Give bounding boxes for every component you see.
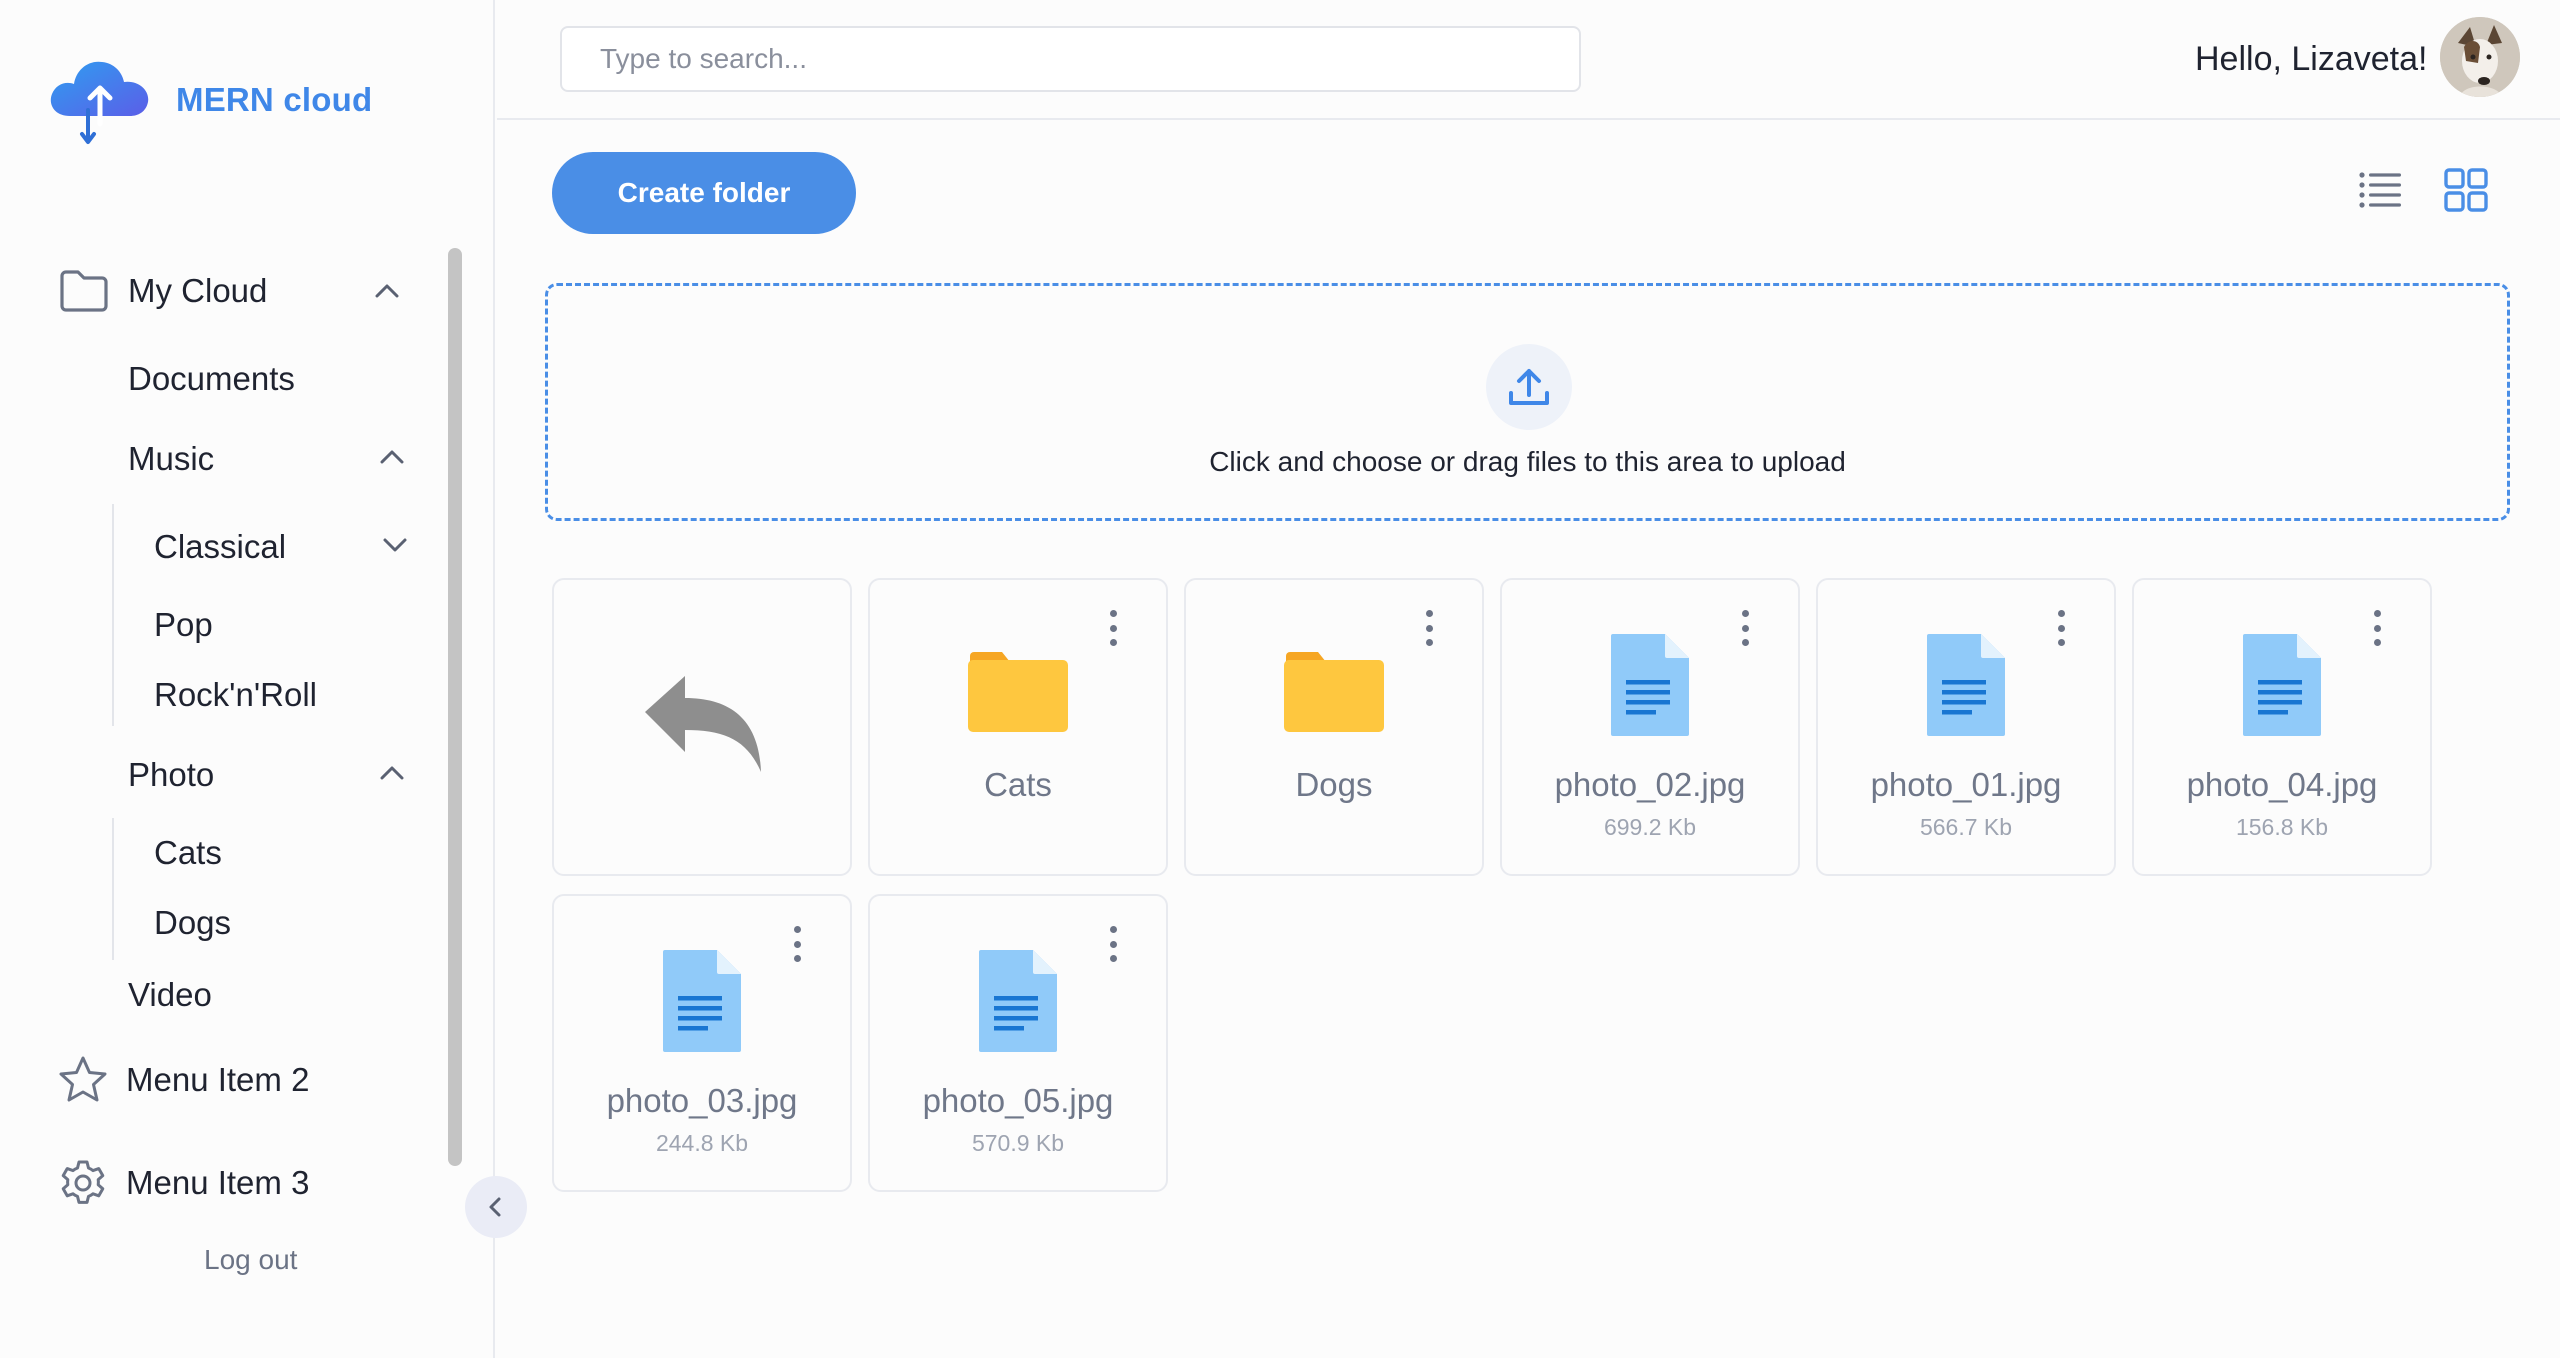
back-arrow-icon (645, 676, 761, 772)
sidebar-scrollbar-thumb[interactable] (448, 248, 462, 1166)
sidebar-item-pop[interactable]: Pop (154, 606, 213, 644)
user-avatar[interactable] (2440, 17, 2520, 97)
more-options-icon[interactable] (1108, 610, 1118, 646)
folder-icon-wrap (870, 648, 1166, 734)
document-icon (1927, 634, 2005, 736)
chevron-up-icon[interactable] (370, 274, 404, 308)
more-options-icon[interactable] (1424, 610, 1434, 646)
tree-guide-line (112, 504, 114, 726)
sidebar-item-label: Cats (154, 834, 222, 871)
document-icon (663, 950, 741, 1052)
sidebar-item-label: My Cloud (128, 272, 268, 309)
upload-icon (1509, 369, 1549, 405)
user-greeting: Hello, Lizaveta! (2195, 40, 2428, 78)
sidebar-item-photo[interactable]: Photo (128, 756, 214, 794)
dog-avatar-icon (2440, 17, 2520, 97)
document-icon (2243, 634, 2321, 736)
file-name: Dogs (1295, 766, 1373, 803)
sidebar-item-label: Photo (128, 756, 215, 793)
app-root: MERN cloud My Cloud Documents Music Clas… (0, 0, 2560, 1358)
file-name: photo_04.jpg (2186, 766, 2378, 803)
dropzone-hint: Click and choose or drag files to this a… (1209, 446, 1846, 477)
chevron-left-icon (489, 1197, 501, 1217)
sidebar-item-music[interactable]: Music (128, 440, 214, 478)
file-name: photo_01.jpg (1870, 766, 2062, 803)
folder-card[interactable]: Cats (868, 578, 1168, 876)
list-view-icon (2359, 172, 2401, 208)
folder-icon (1284, 652, 1384, 732)
sidebar-item-label: Video (128, 976, 212, 1013)
file-size: 699.2 Kb (1603, 814, 1697, 840)
sidebar-item-video[interactable]: Video (128, 976, 212, 1014)
cloud-upload-logo-icon (50, 61, 149, 144)
chevron-up-icon[interactable] (375, 756, 409, 790)
upload-icon-wrapper (1486, 344, 1572, 430)
app-name: MERN cloud (176, 81, 373, 118)
file-name: photo_05.jpg (922, 1082, 1114, 1119)
back-card[interactable] (552, 578, 852, 876)
chevron-down-icon[interactable] (378, 528, 412, 562)
folder-outline-icon (60, 270, 108, 312)
create-folder-button[interactable]: Create folder (552, 152, 856, 234)
file-name: Cats (984, 766, 1052, 803)
file-icon-wrap (1502, 632, 1798, 738)
file-name: photo_03.jpg (606, 1082, 798, 1119)
sidebar-item-dogs[interactable]: Dogs (154, 904, 231, 942)
file-card[interactable]: photo_04.jpg 156.8 Kb (2132, 578, 2432, 876)
file-icon-wrap (870, 948, 1166, 1054)
logo[interactable]: MERN cloud (44, 54, 372, 146)
folder-card[interactable]: Dogs (1184, 578, 1484, 876)
sidebar-item-menu-item-2[interactable]: Menu Item 2 (56, 1054, 309, 1106)
sidebar-item-label: Classical (154, 528, 287, 565)
file-card[interactable]: photo_05.jpg 570.9 Kb (868, 894, 1168, 1192)
sidebar-item-label: Menu Item 3 (126, 1164, 310, 1201)
grid-view-icon (2444, 168, 2488, 212)
sidebar-item-label: Rock'n'Roll (154, 676, 317, 713)
file-icon-wrap (2134, 632, 2430, 738)
gear-icon (61, 1160, 105, 1204)
top-header: Hello, Lizaveta! (497, 0, 2560, 120)
sidebar-item-my-cloud[interactable]: My Cloud (58, 268, 267, 314)
file-size: 566.7 Kb (1919, 814, 2013, 840)
file-size: 244.8 Kb (655, 1130, 749, 1156)
logout-link[interactable]: Log out (204, 1244, 297, 1276)
file-card[interactable]: photo_01.jpg 566.7 Kb (1816, 578, 2116, 876)
sidebar-item-label: Documents (128, 360, 295, 397)
search-input[interactable] (560, 26, 1581, 92)
file-card[interactable]: photo_03.jpg 244.8 Kb (552, 894, 852, 1192)
grid-view-button[interactable] (2440, 164, 2492, 216)
list-view-button[interactable] (2354, 164, 2406, 216)
file-size: 570.9 Kb (971, 1130, 1065, 1156)
sidebar-item-label: Menu Item 2 (126, 1061, 310, 1098)
sidebar-item-label: Dogs (154, 904, 232, 941)
sidebar-item-menu-item-3[interactable]: Menu Item 3 (58, 1158, 309, 1208)
file-size: 156.8 Kb (2235, 814, 2329, 840)
upload-dropzone[interactable]: Click and choose or drag files to this a… (545, 283, 2510, 521)
star-icon (59, 1056, 107, 1102)
sidebar-item-classical[interactable]: Classical (154, 528, 286, 566)
sidebar-item-label: Pop (154, 606, 213, 643)
file-icon-wrap (1818, 632, 2114, 738)
document-icon (979, 950, 1057, 1052)
file-icon-wrap (554, 948, 850, 1054)
sidebar-item-cats[interactable]: Cats (154, 834, 222, 872)
document-icon (1611, 634, 1689, 736)
file-card[interactable]: photo_02.jpg 699.2 Kb (1500, 578, 1800, 876)
collapse-sidebar-button[interactable] (465, 1176, 527, 1238)
file-name: photo_02.jpg (1554, 766, 1746, 803)
sidebar-item-rocknroll[interactable]: Rock'n'Roll (154, 676, 317, 714)
sidebar-item-label: Music (128, 440, 215, 477)
chevron-up-icon[interactable] (375, 440, 409, 474)
tree-guide-line (112, 818, 114, 960)
folder-icon (968, 652, 1068, 732)
back-icon-wrap (554, 672, 850, 774)
sidebar-item-documents[interactable]: Documents (128, 360, 295, 398)
folder-icon-wrap (1186, 648, 1482, 734)
sidebar: MERN cloud My Cloud Documents Music Clas… (0, 0, 495, 1358)
sidebar-nav: My Cloud Documents Music Classical Pop R… (0, 240, 445, 1210)
